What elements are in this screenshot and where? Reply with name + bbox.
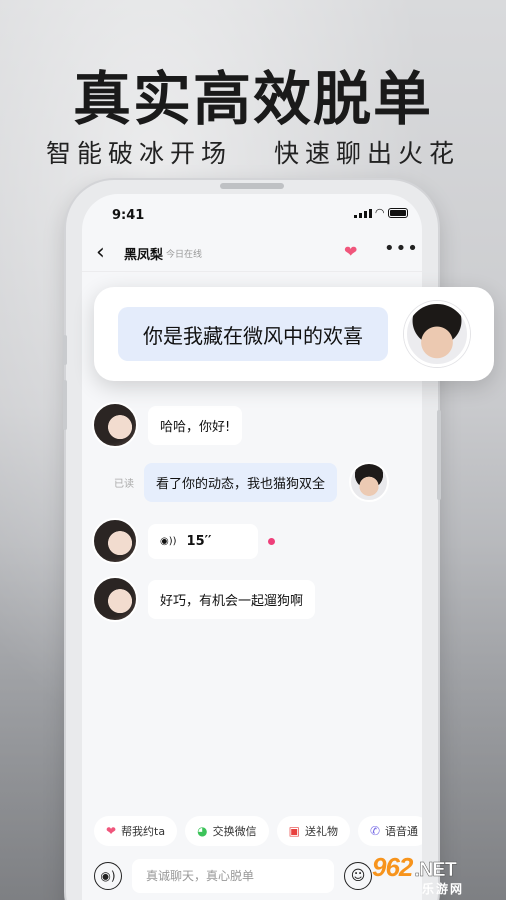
hero-subtitle: 智能破冰开场 快速聊出火花 [0, 134, 506, 170]
voice-call-button[interactable]: ✆ 语音通 [357, 816, 422, 846]
voice-duration: 15′′ [186, 533, 212, 549]
signal-icon [353, 208, 372, 218]
phone-icon: ✆ [369, 824, 381, 838]
gift-icon: ▣ [288, 824, 300, 838]
emoji-icon[interactable]: ☺ [344, 862, 372, 890]
unread-dot [268, 537, 275, 545]
phone-side-button [437, 410, 441, 500]
online-status: 今日在线 [166, 250, 203, 260]
status-icons: ◠ [353, 206, 408, 219]
avatar[interactable] [92, 518, 138, 564]
message-input[interactable] [132, 859, 334, 893]
hero-subtitle-left: 智能破冰开场 [46, 139, 233, 168]
wifi-icon: ◠ [375, 206, 384, 219]
message-bubble[interactable]: 好巧，有机会一起遛狗啊 [148, 579, 316, 619]
back-icon[interactable]: ‹ [96, 240, 105, 265]
more-icon[interactable]: ••• [384, 238, 419, 259]
quick-actions: ❤ 帮我约ta ◕ 交换微信 ▣ 送礼物 ✆ 语音通 [82, 816, 422, 848]
list-item: 好巧，有机会一起遛狗啊 [92, 576, 316, 622]
phone-speaker [220, 183, 284, 189]
avatar[interactable] [404, 301, 470, 367]
watermark-net: .NET [414, 859, 457, 882]
list-item: ◉)) 15′′ [92, 518, 275, 564]
chip-label: 送礼物 [304, 825, 338, 838]
watermark-logo: 962 .NET 乐游网 [372, 852, 500, 898]
send-gift-button[interactable]: ▣ 送礼物 [276, 816, 350, 846]
watermark-number: 962 [372, 852, 413, 882]
status-bar: 9:41 ◠ [82, 194, 422, 234]
chip-label: 帮我约ta [121, 825, 166, 838]
featured-message[interactable]: 你是我藏在微风中的欢喜 [118, 307, 388, 361]
chat-header: ‹ 黑凤梨 今日在线 ❤ ••• [82, 234, 422, 272]
help-date-button[interactable]: ❤ 帮我约ta [94, 816, 178, 846]
chip-label: 交换微信 [212, 825, 257, 838]
hero-title: 真实高效脱单 [72, 65, 433, 133]
phone-side-button [63, 335, 67, 365]
heart-icon: ❤ [106, 824, 117, 838]
watermark-sub: 乐游网 [422, 882, 465, 896]
avatar[interactable] [92, 402, 138, 448]
phone-side-button [63, 380, 67, 430]
battery-icon [388, 208, 408, 218]
contact-name[interactable]: 黑凤梨 [124, 244, 163, 263]
status-time: 9:41 [112, 208, 145, 223]
voice-icon: ◉)) [160, 535, 177, 547]
exchange-wechat-button[interactable]: ◕ 交换微信 [185, 816, 269, 846]
featured-message-card: 你是我藏在微风中的欢喜 [94, 287, 494, 381]
avatar[interactable] [92, 576, 138, 622]
read-status: 已读 [114, 478, 134, 490]
voice-input-icon[interactable]: ◉) [94, 862, 122, 890]
avatar[interactable] [349, 462, 390, 502]
input-bar: ◉) ☺ [82, 854, 422, 900]
list-item: 哈哈，你好! [92, 402, 243, 448]
chip-label: 语音通 [385, 825, 419, 838]
list-item: 已读 看了你的动态，我也猫狗双全 [114, 462, 390, 502]
hero-subtitle-right: 快速聊出火花 [273, 139, 460, 168]
voice-message[interactable]: ◉)) 15′′ [148, 523, 258, 559]
message-bubble[interactable]: 哈哈，你好! [148, 405, 243, 445]
message-bubble[interactable]: 看了你的动态，我也猫狗双全 [144, 462, 338, 502]
heart-icon[interactable]: ❤ [344, 242, 357, 261]
watermark-brand: 962 .NET [372, 852, 457, 883]
wechat-icon: ◕ [197, 824, 208, 838]
